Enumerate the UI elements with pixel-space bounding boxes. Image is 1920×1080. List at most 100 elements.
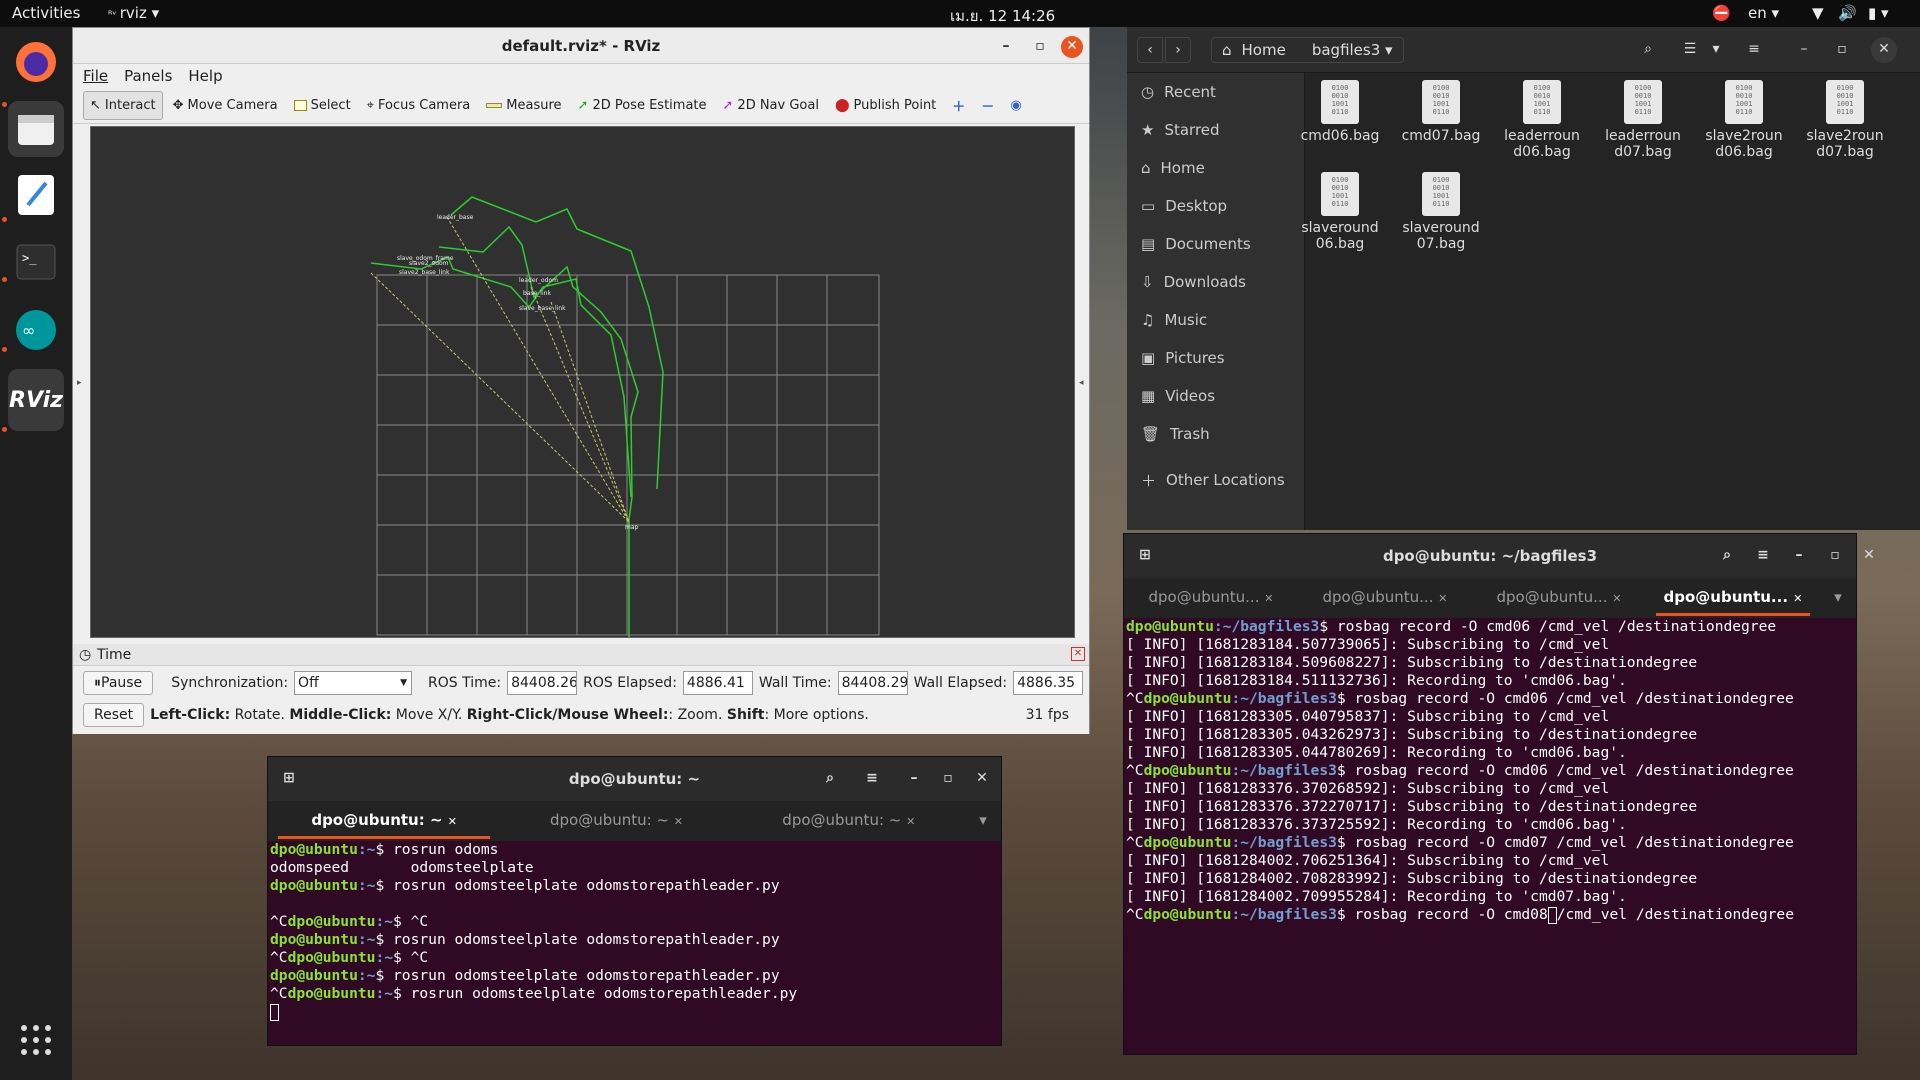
activities-button[interactable]: Activities bbox=[12, 4, 80, 22]
tool-interact[interactable]: ↖ Interact bbox=[83, 91, 163, 120]
wall-time-field[interactable]: 84408.29 bbox=[837, 671, 908, 695]
ros-time-field[interactable]: 84408.26 bbox=[507, 671, 578, 695]
file-item[interactable]: 0100 0010 1001 0110 leaderroun d07.bag bbox=[1593, 80, 1693, 160]
panel-close-icon[interactable]: ✕ bbox=[1071, 647, 1085, 661]
tab-close-icon[interactable]: ✕ bbox=[1612, 592, 1621, 605]
tool-move-camera[interactable]: ✥ Move Camera bbox=[167, 92, 284, 119]
file-item[interactable]: 0100 0010 1001 0110 cmd06.bag bbox=[1290, 80, 1390, 144]
file-item[interactable]: 0100 0010 1001 0110 slaveround 06.bag bbox=[1290, 172, 1390, 252]
hamburger-menu-icon[interactable]: ≡ bbox=[1750, 543, 1776, 569]
close-button[interactable]: ✕ bbox=[969, 766, 995, 792]
wall-elapsed-field[interactable]: 4886.35 bbox=[1013, 671, 1084, 695]
sidebar-item-pictures[interactable]: ▣ Pictures bbox=[1127, 339, 1304, 377]
back-button[interactable]: ‹ bbox=[1137, 37, 1163, 63]
files-maximize-button[interactable]: ▫ bbox=[1829, 37, 1855, 63]
tool-2d-pose-estimate[interactable]: ➚ 2D Pose Estimate bbox=[572, 92, 713, 119]
right-panel-toggle[interactable]: ◂ bbox=[1079, 378, 1084, 388]
terminal-output[interactable]: dpo@ubuntu:~/bagfiles3$ rosbag record -O… bbox=[1124, 618, 1856, 906]
terminal-tab[interactable]: dpo@ubuntu... ✕ bbox=[1298, 578, 1472, 618]
sidebar-item-desktop[interactable]: ▭ Desktop bbox=[1127, 187, 1304, 225]
file-item[interactable]: 0100 0010 1001 0110 leaderroun d06.bag bbox=[1492, 80, 1592, 160]
maximize-button[interactable]: ▫ bbox=[1822, 543, 1848, 569]
language-indicator[interactable]: en ▾ bbox=[1748, 4, 1779, 22]
minimize-button[interactable]: – bbox=[995, 36, 1017, 58]
file-item[interactable]: 0100 0010 1001 0110 slaveround 07.bag bbox=[1391, 172, 1491, 252]
terminal-icon[interactable]: >_ bbox=[8, 234, 64, 290]
terminal-tab[interactable]: dpo@ubuntu: ~ ✕ bbox=[733, 801, 965, 841]
menu-file[interactable]: File bbox=[83, 67, 108, 85]
new-tab-icon[interactable]: ⊞ bbox=[276, 766, 302, 792]
path-home[interactable]: Home bbox=[1242, 41, 1286, 59]
tab-close-icon[interactable]: ✕ bbox=[1264, 592, 1273, 605]
menu-panels[interactable]: Panels bbox=[124, 67, 172, 85]
menu-help[interactable]: Help bbox=[188, 67, 222, 85]
sidebar-item-videos[interactable]: ▦ Videos bbox=[1127, 377, 1304, 415]
tabs-dropdown-icon[interactable]: ▾ bbox=[1820, 578, 1856, 618]
files-close-button[interactable]: ✕ bbox=[1871, 37, 1897, 63]
search-icon[interactable]: ⌕ bbox=[1635, 37, 1661, 63]
battery-icon[interactable]: ▮ ▾ bbox=[1868, 4, 1889, 22]
close-button[interactable]: ✕ bbox=[1856, 543, 1882, 569]
sidebar-item-starred[interactable]: ★ Starred bbox=[1127, 111, 1304, 149]
hamburger-menu-icon[interactable]: ≡ bbox=[859, 766, 885, 792]
search-icon[interactable]: ⌕ bbox=[817, 766, 843, 792]
arduino-icon[interactable]: ∞ bbox=[8, 302, 64, 358]
volume-icon[interactable]: 🔊 bbox=[1838, 4, 1857, 22]
network-icon[interactable]: ▼ bbox=[1812, 4, 1824, 22]
forward-button[interactable]: › bbox=[1165, 37, 1191, 63]
reset-button[interactable]: Reset bbox=[83, 703, 145, 727]
list-view-icon[interactable]: ☰ bbox=[1677, 37, 1703, 63]
close-button[interactable]: ✕ bbox=[1061, 36, 1083, 58]
terminal-tab[interactable]: dpo@ubuntu: ~ ✕ bbox=[500, 801, 732, 841]
left-panel-toggle[interactable]: ▸ bbox=[77, 378, 82, 388]
minimize-button[interactable]: – bbox=[1786, 543, 1812, 569]
terminal-tab[interactable]: dpo@ubuntu... ✕ bbox=[1124, 578, 1298, 618]
tool-publish-point[interactable]: ⬤ Publish Point bbox=[829, 92, 942, 119]
sync-select[interactable]: Off ▼ bbox=[294, 671, 413, 695]
firefox-icon[interactable] bbox=[8, 34, 64, 90]
new-tab-icon[interactable]: ⊞ bbox=[1132, 543, 1158, 569]
terminal-tab[interactable]: dpo@ubuntu... ✕ bbox=[1472, 578, 1646, 618]
tab-close-icon[interactable]: ✕ bbox=[1793, 592, 1802, 605]
sidebar-item-home[interactable]: ⌂ Home bbox=[1127, 149, 1304, 187]
tab-close-icon[interactable]: ✕ bbox=[1438, 592, 1447, 605]
do-not-disturb-icon[interactable]: ⛔ bbox=[1712, 4, 1731, 22]
view-options-chevron-icon[interactable]: ▾ bbox=[1703, 37, 1729, 63]
sidebar-item-recent[interactable]: ◷ Recent bbox=[1127, 73, 1304, 111]
3d-viewport[interactable]: leader_base slave_odom_frame slave2_odom s… bbox=[90, 126, 1075, 638]
add-tool-button[interactable]: ＋ bbox=[946, 90, 971, 121]
sidebar-item-trash[interactable]: 🗑 Trash bbox=[1127, 415, 1304, 453]
tool-select[interactable]: Select bbox=[288, 92, 357, 119]
tab-close-icon[interactable]: ✕ bbox=[448, 815, 457, 828]
text-editor-icon[interactable] bbox=[8, 167, 64, 223]
tool-2d-nav-goal[interactable]: ➚ 2D Nav Goal bbox=[717, 92, 825, 119]
terminal-tab-active[interactable]: dpo@ubuntu: ~ ✕ bbox=[268, 801, 500, 841]
files-minimize-button[interactable]: – bbox=[1791, 37, 1817, 63]
tool-focus-camera[interactable]: ⌖ Focus Camera bbox=[361, 92, 477, 119]
view-options-button[interactable]: ◉ bbox=[1004, 92, 1027, 119]
file-item[interactable]: 0100 0010 1001 0110 slave2roun d07.bag bbox=[1795, 80, 1895, 160]
path-folder[interactable]: bagfiles3 ▾ bbox=[1312, 41, 1393, 59]
sidebar-item-documents[interactable]: ▤ Documents bbox=[1127, 225, 1304, 263]
remove-tool-button[interactable]: － bbox=[975, 90, 1000, 121]
pause-button[interactable]: ⏸Pause bbox=[83, 671, 154, 695]
search-icon[interactable]: ⌕ bbox=[1714, 543, 1740, 569]
sidebar-item-music[interactable]: ♫ Music bbox=[1127, 301, 1304, 339]
sidebar-item-other-locations[interactable]: ＋ Other Locations bbox=[1127, 461, 1304, 499]
clock[interactable]: เม.ย. 12 14:26 bbox=[950, 4, 1055, 28]
hamburger-menu-icon[interactable]: ≡ bbox=[1741, 37, 1767, 63]
ros-elapsed-field[interactable]: 4886.41 bbox=[682, 671, 753, 695]
maximize-button[interactable]: ▫ bbox=[935, 766, 961, 792]
tab-close-icon[interactable]: ✕ bbox=[906, 815, 915, 828]
terminal-tab-active[interactable]: dpo@ubuntu... ✕ bbox=[1646, 578, 1820, 618]
minimize-button[interactable]: – bbox=[901, 766, 927, 792]
file-item[interactable]: 0100 0010 1001 0110 cmd07.bag bbox=[1391, 80, 1491, 144]
tab-close-icon[interactable]: ✕ bbox=[674, 815, 683, 828]
terminal-output[interactable]: dpo@ubuntu:~$ rosrun odoms odomspeed odom… bbox=[268, 841, 1001, 1003]
maximize-button[interactable]: ▫ bbox=[1029, 36, 1051, 58]
files-icon[interactable] bbox=[8, 101, 64, 157]
tool-measure[interactable]: Measure bbox=[480, 92, 567, 119]
sidebar-item-downloads[interactable]: ⇩ Downloads bbox=[1127, 263, 1304, 301]
app-grid-icon[interactable] bbox=[8, 1012, 64, 1068]
rviz-icon[interactable]: RViz bbox=[8, 369, 64, 431]
